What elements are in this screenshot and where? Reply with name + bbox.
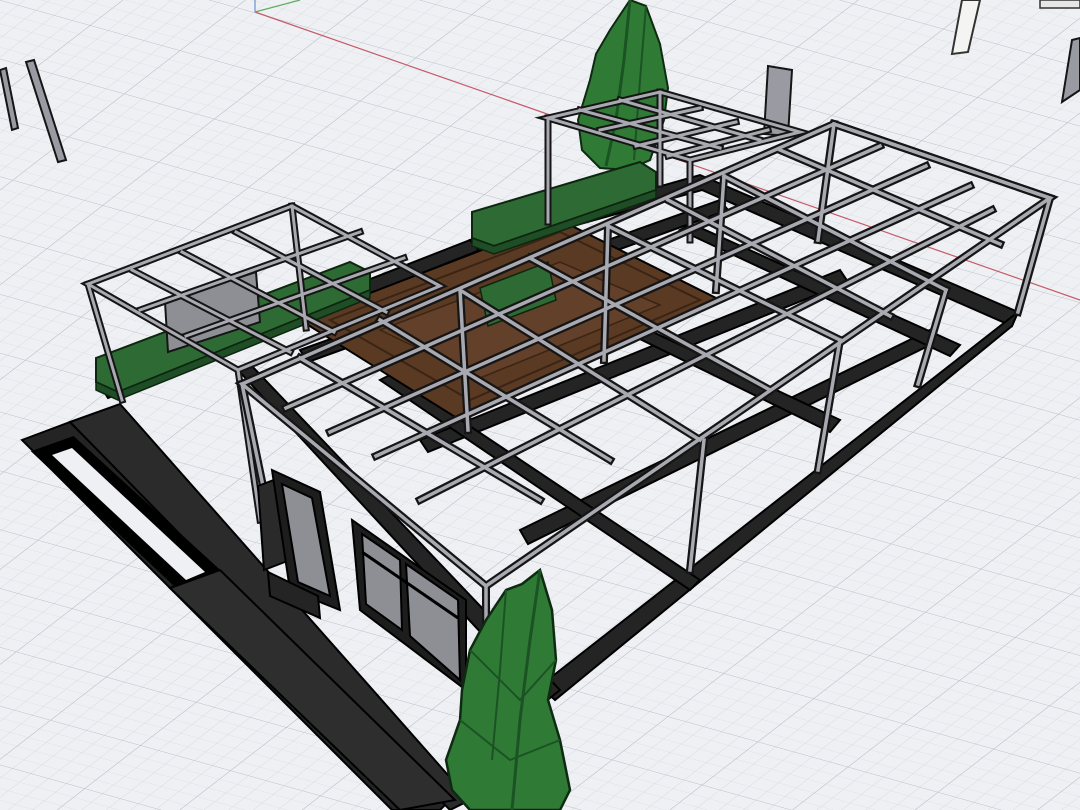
viewport-canvas[interactable] (0, 0, 1080, 810)
3d-viewport[interactable] (0, 0, 1080, 810)
post-top-right-2 (1039, 0, 1080, 9)
